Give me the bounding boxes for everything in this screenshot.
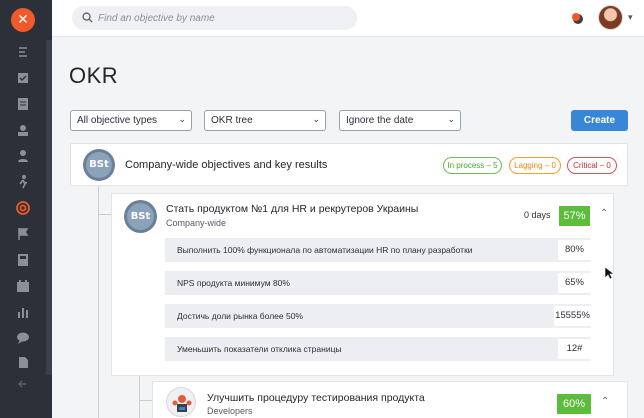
- okr-target-icon[interactable]: [15, 200, 31, 216]
- mouse-cursor-icon: [604, 266, 614, 280]
- chat-icon[interactable]: [15, 330, 31, 346]
- key-result-row[interactable]: Достичь доли рынка более 50% 15555%: [165, 304, 591, 328]
- team-icon[interactable]: [15, 122, 31, 138]
- company-logo: BSt: [83, 149, 115, 181]
- company-objectives-title: Company-wide objectives and key results: [125, 159, 328, 171]
- collapse-chevron-icon[interactable]: ⌃: [601, 396, 609, 407]
- create-button[interactable]: Create: [571, 110, 628, 131]
- tree-branch: [98, 214, 111, 215]
- objective-type-value: All objective types: [77, 115, 158, 126]
- flag-icon[interactable]: [15, 226, 31, 242]
- tasks-icon[interactable]: [15, 70, 31, 86]
- documents-icon[interactable]: [15, 96, 31, 112]
- key-result-value: 65%: [558, 273, 591, 293]
- key-result-label: NPS продукта минимум 80%: [177, 278, 290, 288]
- lagging-badge[interactable]: Lagging – 0: [509, 157, 561, 174]
- top-bar: ▾: [52, 0, 644, 37]
- developers-team-icon: [166, 387, 196, 417]
- profile-icon[interactable]: [15, 148, 31, 164]
- key-result-label: Достичь доли рынка более 50%: [177, 311, 303, 321]
- collapse-icon[interactable]: [15, 376, 31, 392]
- chevron-down-icon: ⌄: [178, 115, 186, 125]
- objective-title[interactable]: Стать продуктом №1 для HR и рекрутеров У…: [166, 203, 418, 215]
- critical-badge[interactable]: Critical – 0: [567, 157, 617, 174]
- objective-logo: BSt: [124, 200, 157, 233]
- tree-connector: [98, 186, 99, 418]
- search-icon: [82, 12, 93, 23]
- view-select[interactable]: OKR tree ⌄: [204, 110, 326, 131]
- date-select[interactable]: Ignore the date ⌄: [339, 110, 461, 131]
- objective-progress: 60%: [557, 394, 591, 414]
- tree-connector: [139, 376, 140, 418]
- objective-days: 0 days: [524, 210, 551, 220]
- search-box: [72, 6, 357, 30]
- analytics-icon[interactable]: [15, 304, 31, 320]
- search-input[interactable]: [98, 6, 348, 30]
- key-result-value: 80%: [558, 240, 591, 260]
- key-result-row[interactable]: NPS продукта минимум 80% 65%: [165, 271, 591, 295]
- key-result-label: Выполнить 100% функционала по автоматиза…: [177, 245, 473, 255]
- objective-owner: Company-wide: [166, 218, 227, 228]
- calculator-icon[interactable]: [15, 252, 31, 268]
- sidebar-scrollbar[interactable]: [46, 40, 52, 375]
- company-objectives-card[interactable]: BSt Company-wide objectives and key resu…: [70, 143, 628, 186]
- calendar-icon[interactable]: [15, 278, 31, 294]
- objective-card[interactable]: BSt Стать продуктом №1 для HR и рекрутер…: [111, 193, 614, 376]
- key-result-row[interactable]: Выполнить 100% функционала по автоматиза…: [165, 238, 591, 262]
- objective-owner: Developers: [207, 406, 253, 416]
- objective-type-select[interactable]: All objective types ⌄: [70, 110, 192, 131]
- key-result-row[interactable]: Уменьшить показатели отклика страницы 12…: [165, 337, 591, 361]
- person-run-icon[interactable]: [15, 174, 31, 190]
- key-result-value: 12#: [558, 339, 591, 359]
- in-process-badge[interactable]: In process – 5: [443, 157, 502, 174]
- date-value: Ignore the date: [346, 115, 414, 126]
- app-logo[interactable]: ✕: [11, 8, 35, 32]
- objective-card[interactable]: Улучшить процедуру тестирования продукта…: [152, 381, 628, 418]
- sidebar: ✕: [0, 0, 52, 418]
- objective-progress: 57%: [559, 206, 590, 226]
- key-result-value: 15555%: [554, 306, 591, 326]
- page-title: OKR: [69, 63, 119, 88]
- collapse-chevron-icon[interactable]: ⌃: [600, 208, 608, 219]
- chevron-down-icon: ⌄: [447, 115, 455, 125]
- objective-title[interactable]: Улучшить процедуру тестирования продукта: [207, 392, 425, 404]
- user-menu-chevron-icon[interactable]: ▾: [628, 13, 633, 23]
- knowledge-icon[interactable]: [15, 354, 31, 370]
- key-result-label: Уменьшить показатели отклика страницы: [177, 344, 342, 354]
- bell-icon[interactable]: [571, 11, 585, 25]
- dashboard-icon[interactable]: [15, 44, 31, 60]
- view-value: OKR tree: [211, 115, 253, 126]
- user-avatar[interactable]: [598, 5, 623, 30]
- chevron-down-icon: ⌄: [312, 115, 320, 125]
- tree-branch: [139, 400, 152, 401]
